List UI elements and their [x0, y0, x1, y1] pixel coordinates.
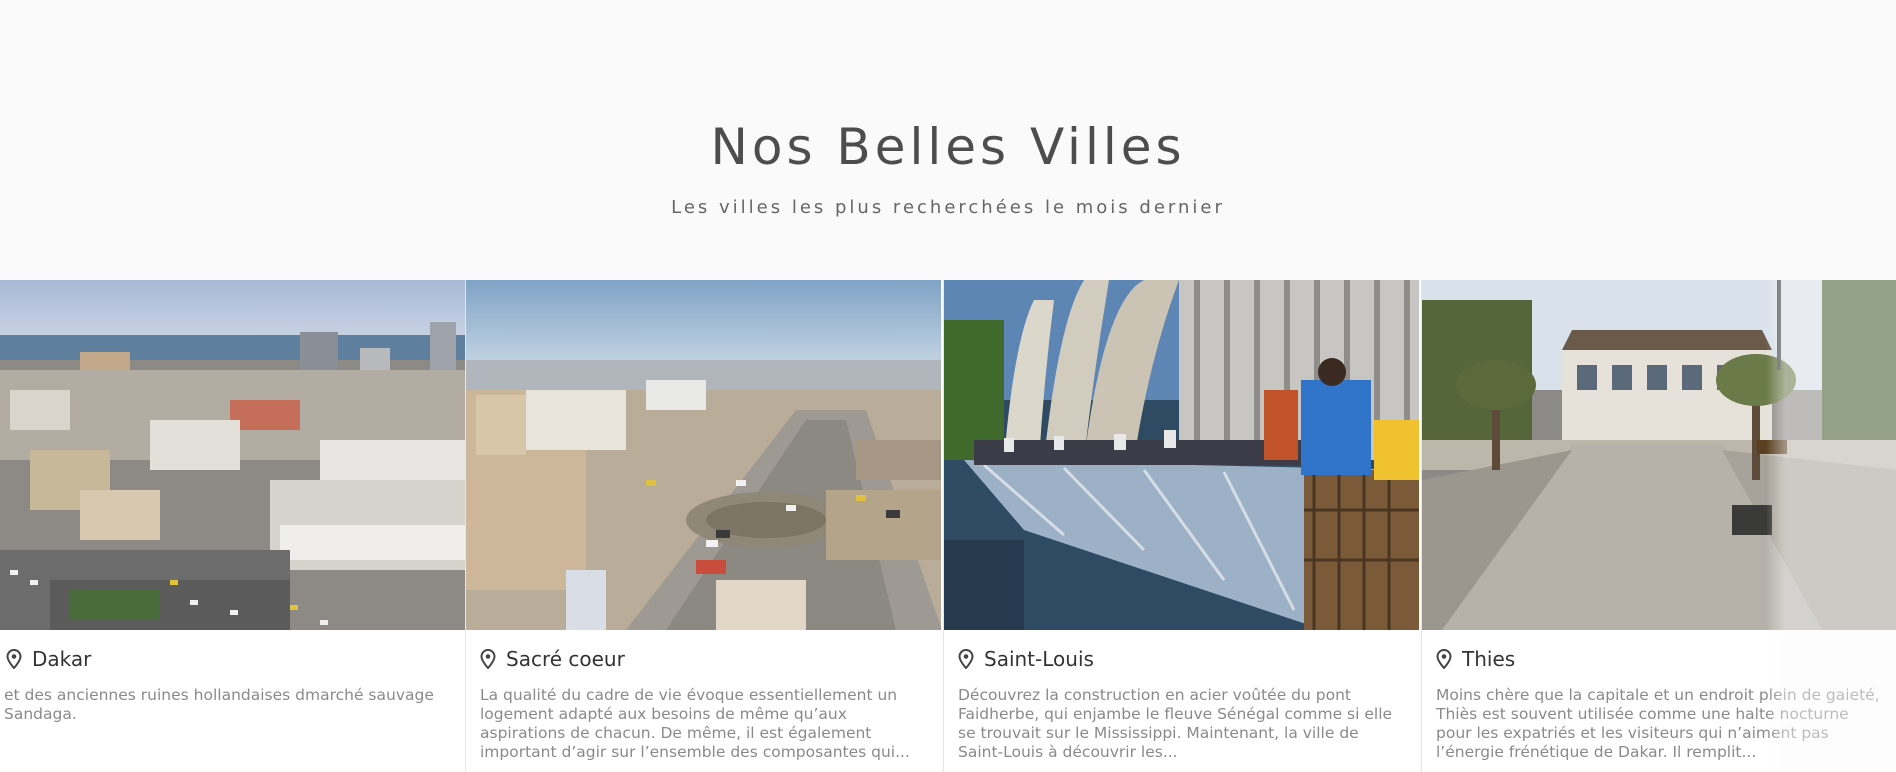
- map-pin-icon: [6, 649, 22, 669]
- city-description: et des anciennes ruines hollandaises dma…: [4, 686, 434, 723]
- city-image-saint-louis[interactable]: [944, 280, 1419, 630]
- city-image-sacre-coeur[interactable]: [466, 280, 941, 630]
- city-title-dakar[interactable]: Dakar: [6, 647, 91, 671]
- city-title-sacre-coeur[interactable]: Sacré coeur: [480, 647, 625, 671]
- city-card-dakar[interactable]: Dakar et des anciennes ruines hollandais…: [0, 280, 465, 772]
- map-pin-icon: [480, 649, 496, 669]
- city-card-thies[interactable]: Thies Moins chère que la capitale et un …: [1421, 280, 1896, 772]
- map-pin-icon: [1436, 649, 1452, 669]
- city-name: Saint-Louis: [984, 647, 1094, 671]
- city-card-sacre-coeur[interactable]: Sacré coeur La qualité du cadre de vie é…: [465, 280, 941, 772]
- city-name: Dakar: [32, 647, 92, 671]
- city-image-thies[interactable]: [1422, 280, 1896, 630]
- city-title-saint-louis[interactable]: Saint-Louis: [958, 647, 1094, 671]
- city-name: Thies: [1462, 647, 1516, 671]
- city-description: Découvrez la construction en acier voûté…: [958, 686, 1393, 761]
- city-description: La qualité du cadre de vie évoque essent…: [480, 686, 910, 761]
- city-card-saint-louis[interactable]: Saint-Louis Découvrez la construction en…: [943, 280, 1419, 772]
- section-subtitle: Les villes les plus recherchées le mois …: [671, 197, 1225, 218]
- city-name: Sacré coeur: [506, 647, 625, 671]
- city-title-thies[interactable]: Thies: [1436, 647, 1515, 671]
- city-description: Moins chère que la capitale et un endroi…: [1436, 686, 1880, 761]
- city-image-dakar[interactable]: [0, 280, 465, 630]
- city-carousel[interactable]: Dakar et des anciennes ruines hollandais…: [0, 280, 1896, 772]
- section-header: Nos Belles Villes Les villes les plus re…: [0, 0, 1896, 280]
- map-pin-icon: [958, 649, 974, 669]
- section-title: Nos Belles Villes: [710, 118, 1186, 176]
